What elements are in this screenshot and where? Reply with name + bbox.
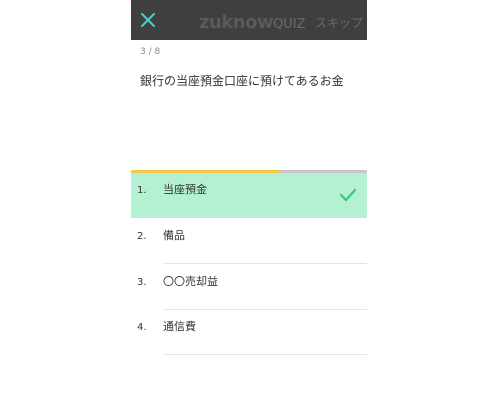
answer-text: 〇〇売却益 bbox=[163, 275, 218, 288]
answer-number: 2. bbox=[137, 231, 147, 242]
question-text: 銀行の当座預金口座に預けてあるお金 bbox=[140, 74, 344, 88]
answer-option-2[interactable]: 2. 備品 bbox=[131, 219, 367, 264]
header-bar: zuknowQUIZ スキップ bbox=[131, 0, 367, 40]
question-counter: 3 / 8 bbox=[140, 47, 161, 57]
answer-option-3[interactable]: 3. 〇〇売却益 bbox=[131, 265, 367, 310]
answer-number: 3. bbox=[137, 277, 147, 288]
logo-sub: QUIZ bbox=[273, 17, 306, 32]
divider bbox=[163, 263, 367, 264]
logo-brand: zuknow bbox=[199, 12, 274, 33]
answer-number: 1. bbox=[137, 185, 147, 196]
answer-number: 4. bbox=[137, 322, 147, 333]
divider bbox=[163, 354, 367, 355]
answer-option-1[interactable]: 1. 当座預金 bbox=[131, 173, 367, 218]
answer-option-4[interactable]: 4. 通信費 bbox=[131, 310, 367, 355]
skip-button[interactable]: スキップ bbox=[315, 14, 363, 31]
answer-text: 当座預金 bbox=[163, 183, 207, 196]
answer-text: 備品 bbox=[163, 229, 185, 242]
answer-text: 通信費 bbox=[163, 320, 196, 333]
close-icon[interactable] bbox=[138, 10, 158, 30]
app-logo: zuknowQUIZ bbox=[199, 12, 306, 33]
quiz-screen: zuknowQUIZ スキップ 3 / 8 銀行の当座預金口座に預けてあるお金 … bbox=[131, 0, 367, 400]
checkmark-icon bbox=[339, 188, 357, 202]
